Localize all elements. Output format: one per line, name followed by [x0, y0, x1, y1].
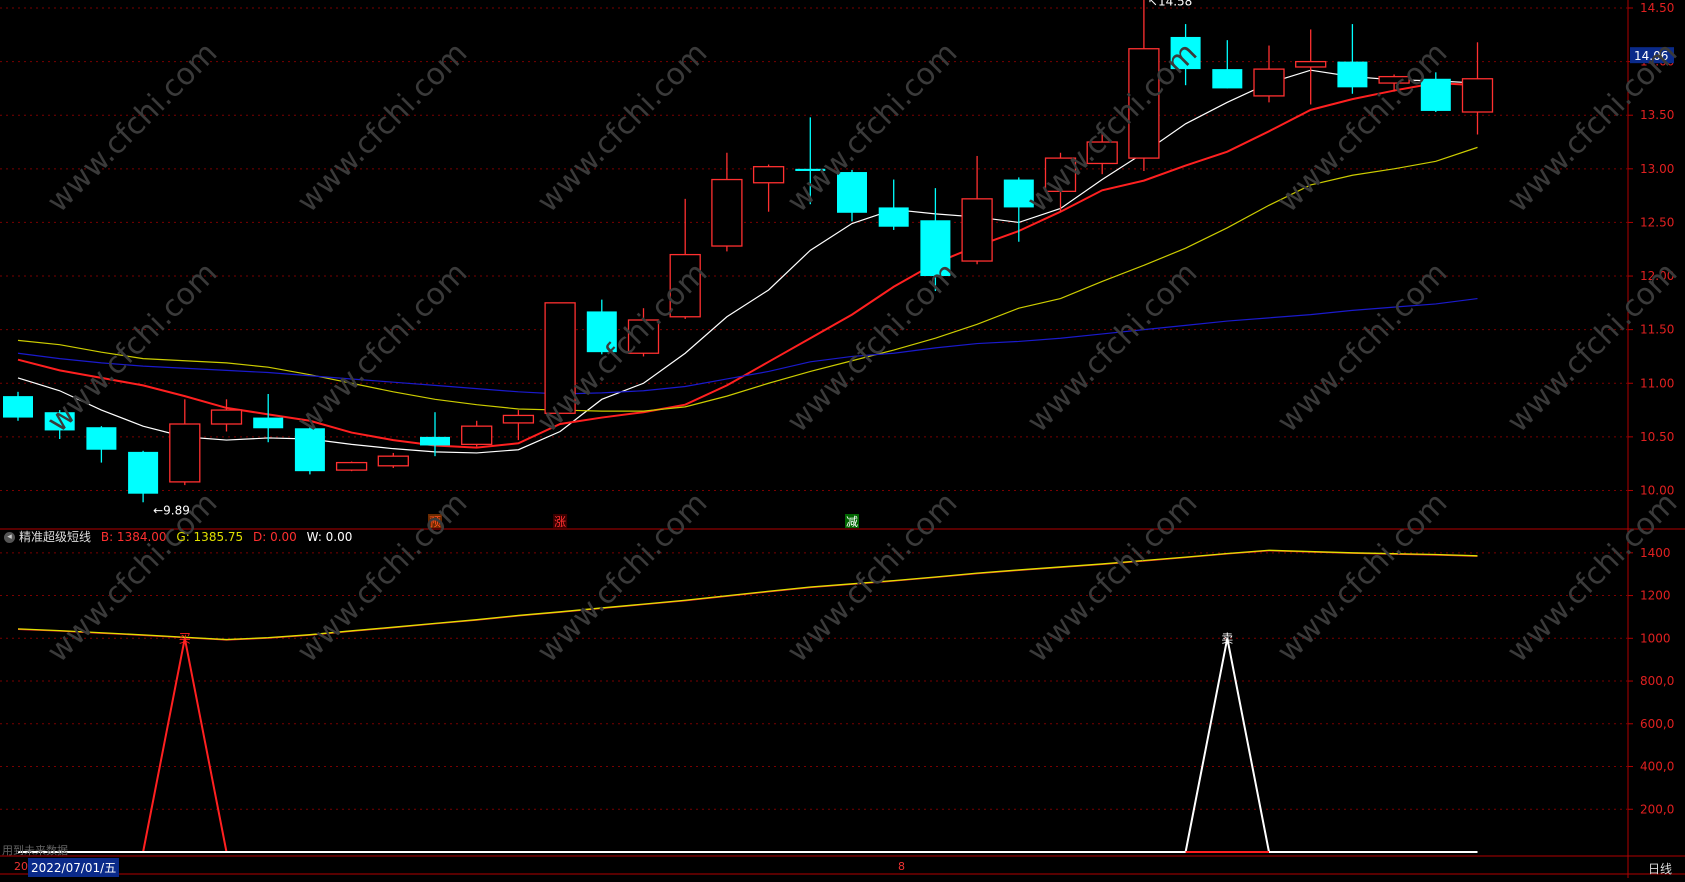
signal-marker: 预 — [429, 515, 441, 529]
signal-marker: 减 — [846, 515, 858, 529]
axis-mark-month: 8 — [898, 860, 905, 873]
indicator-line-b — [17, 550, 1478, 641]
period-selector[interactable]: 日线 — [1648, 860, 1672, 877]
y-tick-label: 10.00 — [1640, 483, 1674, 497]
ma-line-1 — [17, 69, 1478, 454]
candle-body — [377, 455, 409, 467]
candle-body — [1044, 157, 1077, 192]
y-tick-label: 800,0 — [1640, 674, 1674, 688]
ma-line-4 — [17, 297, 1478, 395]
collapse-icon[interactable]: ◂ — [4, 532, 15, 543]
y-tick-label: 400,0 — [1640, 760, 1674, 774]
indicator-b-value: B: 1384.00 — [100, 530, 167, 544]
y-tick-label: 1400 — [1640, 546, 1671, 560]
candle-body — [461, 425, 493, 446]
candle-body — [420, 436, 450, 446]
candle-body — [1253, 68, 1285, 97]
y-tick-label: 14.50 — [1640, 1, 1674, 15]
high-price-label: ↖14.58 — [1148, 0, 1192, 8]
candle-body — [1086, 141, 1118, 165]
candle-body — [1128, 48, 1160, 159]
candle-body — [878, 207, 909, 227]
candle-body — [253, 417, 284, 429]
indicator-signal-label: 卖 — [1221, 631, 1233, 645]
y-tick-label: 13.00 — [1640, 162, 1674, 176]
candle-body — [795, 168, 826, 171]
candle-body — [711, 178, 743, 247]
indicator-spike-w — [1184, 638, 1270, 853]
indicator-w-value: W: 0.00 — [306, 530, 353, 544]
candle-body — [128, 451, 159, 494]
indicator-d-value: D: 0.00 — [253, 530, 297, 544]
candle-body — [1170, 36, 1201, 70]
candle-body — [44, 412, 75, 431]
indicator-g-value: G: 1385.75 — [176, 530, 244, 544]
candle-body — [335, 461, 368, 471]
y-tick-label: 12.50 — [1640, 215, 1674, 229]
y-tick-label: 11.50 — [1640, 323, 1674, 337]
candle-body — [86, 427, 117, 450]
candle-body — [544, 302, 576, 414]
candle-body — [502, 414, 535, 424]
candle-body — [669, 253, 701, 318]
candle-body — [294, 428, 325, 472]
y-tick-label: 11.00 — [1640, 376, 1674, 390]
chart-stage: 14.5014.0013.5013.0012.5012.0011.5011.00… — [0, 0, 1685, 878]
indicator-line-g — [17, 549, 1478, 641]
candle-body — [1337, 61, 1368, 88]
candle-body — [920, 220, 951, 277]
candle-body — [1295, 60, 1327, 68]
candle-body — [1212, 69, 1243, 89]
indicator-header: ◂ 精准超级短线 B: 1384.00 G: 1385.75 D: 0.00 W:… — [4, 528, 358, 544]
candle-body — [1461, 78, 1494, 113]
candle-body — [837, 172, 867, 213]
ma-line-2 — [17, 82, 1478, 449]
candle-body — [3, 396, 33, 418]
ma-line-3 — [17, 146, 1478, 412]
future-data-note: 用到未来数据 — [2, 844, 68, 857]
signal-marker: 涨 — [554, 514, 566, 529]
y-tick-label: 1000 — [1640, 631, 1671, 645]
candle-body — [752, 166, 785, 184]
candle-body — [961, 198, 993, 262]
candle-body — [1378, 75, 1410, 84]
candle-body — [586, 311, 617, 353]
low-price-label: ←9.89 — [153, 503, 190, 517]
indicator-name: 精准超级短线 — [19, 530, 92, 544]
candle-body — [1003, 179, 1034, 208]
indicator-signal-label: 买 — [179, 631, 191, 645]
y-tick-label: 12.00 — [1640, 269, 1674, 283]
y-tick-label: 10.50 — [1640, 430, 1674, 444]
candle-body — [1420, 78, 1451, 111]
y-tick-label: 1200 — [1640, 589, 1671, 603]
y-tick-label: 13.50 — [1640, 108, 1674, 122]
cursor-date-label: 2022/07/01/五 — [28, 858, 120, 877]
candle-body — [210, 409, 243, 425]
current-price-text: 14.06 — [1634, 49, 1668, 63]
y-tick-label: 200,0 — [1640, 802, 1674, 816]
candle-body — [169, 423, 201, 483]
y-tick-label: 600,0 — [1640, 717, 1674, 731]
stock-chart-svg: 14.5014.0013.5013.0012.5012.0011.5011.00… — [0, 0, 1685, 878]
axis-mark-start: 20 — [14, 860, 28, 873]
indicator-spike-d — [142, 638, 228, 853]
candle-body — [627, 319, 660, 354]
